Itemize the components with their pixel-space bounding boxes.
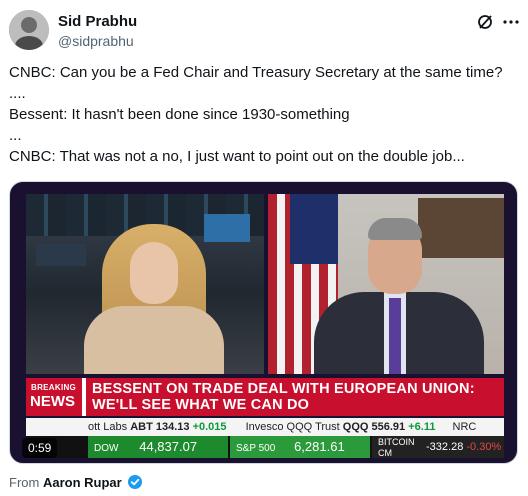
tweet-line: ... [9,127,22,144]
flag-canton [290,194,338,264]
headline: BESSENT ON TRADE DEAL WITH EUROPEAN UNIO… [86,378,504,416]
anchor-body [84,306,224,374]
verified-icon [128,475,143,489]
news-label: NEWS [30,393,75,410]
bitcoin-change: -332.28 -0.30% [426,436,504,458]
bitcoin-sub: CM [378,448,392,458]
dow-quote: DOW 44,837.07 [88,436,228,458]
headline-line-2: WE'LL SEE WHAT WE CAN DO [92,397,310,413]
bookshelf [418,198,504,258]
ticker-prefix: NRC [452,421,477,433]
sp500-quote: S&P 500 6,281.61 [230,436,370,458]
market-bar: DOW 44,837.07 S&P 500 6,281.61 BITCOIN C… [26,436,504,458]
guest-tie [389,298,401,374]
author-name[interactable]: Sid Prabhu [58,13,137,31]
avatar-photo [9,10,49,50]
video-right-panel [268,194,504,374]
bitcoin-label: BITCOIN [378,437,415,447]
video-duration: 0:59 [22,438,58,458]
bitcoin-pct: -0.30% [466,441,502,453]
more-icon[interactable] [501,12,521,32]
tweet-card: Sid Prabhu @sidprabhu CNBC: Can you be a… [0,0,528,496]
ticker-symbol: ABT 134.13 [130,421,190,433]
avatar[interactable] [9,10,49,50]
tweet-line: .... [9,85,26,102]
headline-line-1: BESSENT ON TRADE DEAL WITH EUROPEAN UNIO… [92,381,475,397]
ticker-change: +0.015 [192,421,227,433]
bitcoin-value: -332.28 [426,441,464,453]
dow-label: DOW [94,443,119,454]
video-left-panel [26,194,264,374]
sp500-label: S&P 500 [236,443,276,454]
ticker-prefix: ott Labs [88,421,128,433]
grok-icon[interactable] [476,12,496,32]
ticker-change: +6.11 [408,421,436,433]
guest-hair [368,218,422,240]
tweet-line: CNBC: Can you be a Fed Chair and Treasur… [9,64,503,81]
studio-screen [204,214,250,242]
dow-value: 44,837.07 [139,439,198,454]
video-player[interactable]: BREAKING NEWS BESSENT ON TRADE DEAL WITH… [9,181,518,464]
lower-third: BREAKING NEWS BESSENT ON TRADE DEAL WITH… [26,378,504,416]
stock-ticker: ott Labs ABT 134.13 +0.015 Invesco QQQ T… [26,418,504,436]
studio-screen [36,244,86,266]
ticker-prefix: Invesco QQQ Trust [245,421,340,433]
source-prefix: From [9,475,40,490]
source-name[interactable]: Aaron Rupar [43,475,122,490]
ticker-symbol: QQQ 556.91 [342,421,406,433]
tweet-line: CNBC: That was not a no, I just want to … [9,148,465,165]
author-handle[interactable]: @sidprabhu [58,32,134,50]
tweet-text: CNBC: Can you be a Fed Chair and Treasur… [9,63,521,171]
sp500-value: 6,281.61 [294,439,345,454]
video-source: From Aaron Rupar [9,475,143,491]
breaking-label: BREAKING [31,383,77,392]
breaking-news-badge: BREAKING NEWS [26,378,82,416]
anchor-face [130,242,178,304]
tweet-line: Bessent: It hasn't been done since 1930-… [9,106,350,123]
